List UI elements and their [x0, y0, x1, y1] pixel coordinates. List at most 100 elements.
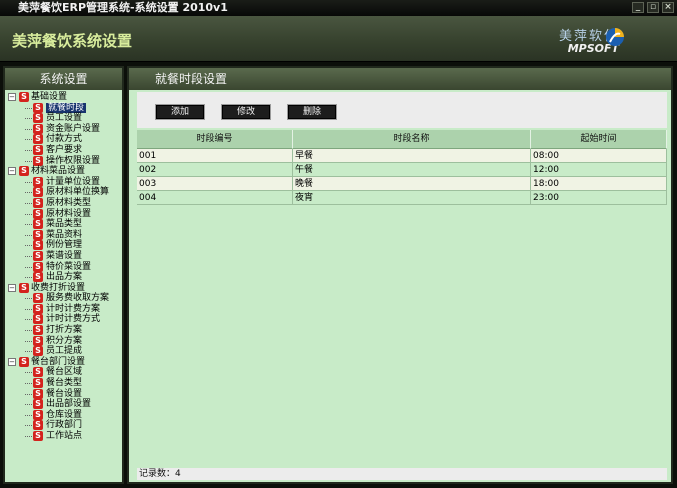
table-cell: 18:00: [531, 177, 667, 191]
table-cell: 午餐: [293, 163, 531, 177]
tree-item-label: 打折方案: [46, 325, 83, 336]
delete-button[interactable]: 删除: [287, 104, 337, 120]
s-icon: S: [33, 240, 43, 251]
tree-item[interactable]: S 例份管理: [5, 240, 122, 251]
s-icon: S: [33, 102, 43, 113]
window-controls: _ ▫ ×: [632, 2, 674, 13]
s-icon: S: [19, 166, 29, 177]
main-panel: 就餐时段设置 添加 修改 删除 时段编号 时段名称 起始时间 001 早餐 08:0…: [127, 66, 673, 484]
collapse-icon[interactable]: −: [8, 283, 16, 292]
tree-item[interactable]: S 菜品类型: [5, 219, 122, 230]
tree-item[interactable]: S 菜品资料: [5, 229, 122, 241]
tree-item-label: 就餐时段: [46, 102, 87, 114]
tree-item[interactable]: S 行政部门: [5, 420, 122, 431]
s-icon: S: [33, 144, 43, 155]
tree-item[interactable]: S 原材料类型: [5, 197, 122, 209]
table-row[interactable]: 001 早餐 08:00: [137, 149, 667, 163]
tree-item-label: 客户要求: [46, 144, 83, 155]
s-icon: S: [33, 303, 43, 314]
table-cell: 003: [137, 177, 293, 191]
tree-item-label: 服务费收取方案: [46, 293, 110, 304]
s-icon: S: [33, 155, 43, 166]
table-cell: 004: [137, 191, 293, 205]
table-cell: 早餐: [293, 149, 531, 163]
s-icon: S: [33, 113, 43, 124]
tree-group-label: 收费打折设置: [31, 282, 86, 293]
tree-item[interactable]: S 付款方式: [5, 134, 122, 145]
tree-item[interactable]: S 出品部设置: [5, 399, 122, 410]
column-header[interactable]: 时段名称: [293, 130, 531, 149]
header-banner: 美萍餐饮系统设置 美萍软件 MPSOFT: [0, 16, 677, 62]
record-count: 记录数：4: [137, 468, 667, 480]
maximize-button[interactable]: ▫: [647, 2, 659, 13]
tree-item[interactable]: S 计时计费方案: [5, 303, 122, 315]
tree-group[interactable]: − S 收费打折设置: [5, 282, 122, 294]
table-row[interactable]: 004 夜宵 23:00: [137, 191, 667, 205]
tree-item[interactable]: S 资金账户设置: [5, 123, 122, 135]
tree-item-label: 出品部设置: [46, 399, 92, 410]
s-icon: S: [33, 187, 43, 198]
tree-item[interactable]: S 计量单位设置: [5, 176, 122, 188]
tree-item[interactable]: S 仓库设置: [5, 409, 122, 421]
minimize-button[interactable]: _: [632, 2, 644, 13]
add-button[interactable]: 添加: [155, 104, 205, 120]
column-header[interactable]: 时段编号: [137, 130, 293, 149]
tree-item[interactable]: S 特价菜设置: [5, 261, 122, 273]
tree-item[interactable]: S 餐台区域: [5, 367, 122, 378]
tree-group-label: 基础设置: [31, 92, 68, 102]
s-icon: S: [33, 272, 43, 283]
page-title: 就餐时段设置: [129, 68, 671, 90]
tree-item[interactable]: S 出品方案: [5, 272, 122, 283]
tree-item-label: 积分方案: [46, 335, 83, 346]
settings-tree: − S 基础设置 S 就餐时段 S 员工设置 S 资金账户设置 S 付款方式 S 客户要求 S 操作权限设置…: [5, 90, 122, 442]
s-icon: S: [33, 388, 43, 399]
s-icon: S: [33, 314, 43, 325]
title-bar: 美萍餐饮ERP管理系统-系统设置 2010v1 _ ▫ ×: [0, 0, 677, 16]
tree-item[interactable]: S 积分方案: [5, 335, 122, 347]
tree-item-label: 原材料类型: [46, 197, 92, 208]
tree-item[interactable]: S 菜谱设置: [5, 250, 122, 262]
s-icon: S: [33, 367, 43, 378]
s-icon: S: [33, 197, 43, 208]
tree-item[interactable]: S 餐台设置: [5, 388, 122, 400]
s-icon: S: [33, 134, 43, 145]
s-icon: S: [19, 356, 29, 367]
tree-item-label: 原材料设置: [46, 208, 92, 219]
tree-item[interactable]: S 操作权限设置: [5, 155, 122, 167]
tree-item[interactable]: S 打折方案: [5, 325, 122, 336]
window-title: 美萍餐饮ERP管理系统-系统设置 2010v1: [18, 1, 228, 14]
close-button[interactable]: ×: [662, 2, 674, 13]
tree-item[interactable]: S 就餐时段: [5, 102, 122, 114]
tree-item-label: 操作权限设置: [46, 155, 101, 166]
collapse-icon[interactable]: −: [8, 167, 16, 176]
meal-period-table: 时段编号 时段名称 起始时间 001 早餐 08:00 002 午餐 12:00 003 晚餐…: [137, 130, 667, 470]
tree-item[interactable]: S 餐台类型: [5, 378, 122, 389]
s-icon: S: [33, 293, 43, 304]
tree-group[interactable]: − S 材料菜品设置: [5, 166, 122, 177]
table-row[interactable]: 002 午餐 12:00: [137, 163, 667, 177]
tree-item[interactable]: S 计时计费方式: [5, 314, 122, 325]
column-header[interactable]: 起始时间: [531, 130, 667, 149]
collapse-icon[interactable]: −: [8, 93, 16, 101]
s-icon: S: [33, 261, 43, 272]
tree-item[interactable]: S 员工提成: [5, 346, 122, 357]
tree-item[interactable]: S 原材料设置: [5, 208, 122, 220]
tree-group[interactable]: − S 餐台部门设置: [5, 356, 122, 368]
table-cell: 002: [137, 163, 293, 177]
table-cell: 12:00: [531, 163, 667, 177]
collapse-icon[interactable]: −: [8, 357, 16, 366]
table-row[interactable]: 003 晚餐 18:00: [137, 177, 667, 191]
tree-item[interactable]: S 原材料单位换算: [5, 187, 122, 198]
tree-group[interactable]: − S 基础设置: [5, 92, 122, 103]
tree-item[interactable]: S 工作站点: [5, 431, 122, 442]
tree-item[interactable]: S 客户要求: [5, 144, 122, 156]
tree-item-label: 特价菜设置: [46, 261, 92, 272]
edit-button[interactable]: 修改: [221, 104, 271, 120]
table-cell: 夜宵: [293, 191, 531, 205]
tree-item[interactable]: S 服务费收取方案: [5, 293, 122, 304]
tree-item-label: 餐台类型: [46, 378, 83, 389]
s-icon: S: [33, 431, 43, 441]
s-icon: S: [33, 378, 43, 389]
s-icon: S: [19, 282, 29, 293]
tree-item[interactable]: S 员工设置: [5, 113, 122, 124]
